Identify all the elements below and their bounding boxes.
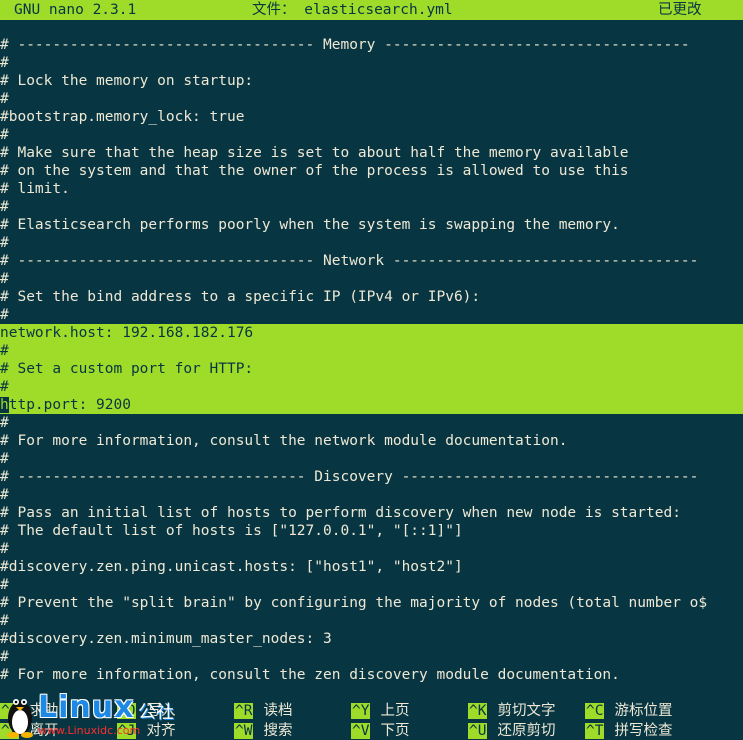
shortcut-label: 游标位置: [614, 703, 673, 719]
nano-title-bar: GNU nano 2.3.1 文件： elasticsearch.yml 已更改: [0, 0, 743, 20]
shortcut-key: ^C: [585, 703, 605, 719]
text-editing-area[interactable]: # ---------------------------------- Mem…: [0, 36, 743, 684]
editor-line[interactable]: #: [0, 126, 743, 144]
editor-line[interactable]: # limit.: [0, 180, 743, 198]
shortcut-key: ^V: [351, 723, 371, 739]
shortcut-ctrl-t[interactable]: ^T 拼写检查: [585, 722, 672, 740]
editor-line[interactable]: #: [0, 612, 743, 630]
editor-line[interactable]: # Make sure that the heap size is set to…: [0, 144, 743, 162]
editor-line[interactable]: # --------------------------------- Disc…: [0, 468, 743, 486]
shortcut-label: 拼写检查: [614, 723, 673, 739]
editor-line[interactable]: #: [0, 540, 743, 558]
editor-line[interactable]: # Set the bind address to a specific IP …: [0, 288, 743, 306]
editor-line[interactable]: #: [0, 234, 743, 252]
editor-line[interactable]: #discovery.zen.ping.unicast.hosts: ["hos…: [0, 558, 743, 576]
editor-line[interactable]: #: [0, 486, 743, 504]
shortcut-key: ^Y: [351, 703, 371, 719]
editor-line[interactable]: #bootstrap.memory_lock: true: [0, 108, 743, 126]
editor-line[interactable]: #: [0, 306, 743, 324]
shortcut-label: 剪切文字: [497, 703, 556, 719]
editor-line[interactable]: #: [0, 378, 743, 396]
editor-line[interactable]: # The default list of hosts is ["127.0.0…: [0, 522, 743, 540]
editor-line[interactable]: #: [0, 576, 743, 594]
shortcut-label: 读档: [263, 703, 293, 719]
shortcut-ctrl-y[interactable]: ^Y 上页: [351, 702, 409, 720]
editor-line[interactable]: #: [0, 198, 743, 216]
shortcut-ctrl-w[interactable]: ^W 搜索: [234, 722, 292, 740]
editor-line-text: ttp.port: 9200: [8, 397, 131, 413]
file-name-label: 文件： elasticsearch.yml: [252, 2, 453, 18]
editor-line[interactable]: #: [0, 450, 743, 468]
shortcut-ctrl-v[interactable]: ^V 下页: [351, 722, 409, 740]
editor-line[interactable]: # Elasticsearch performs poorly when the…: [0, 216, 743, 234]
editor-line[interactable]: # For more information, consult the zen …: [0, 666, 743, 684]
shortcut-key: ^R: [234, 703, 254, 719]
watermark-url: www.Linuxidc.com: [38, 724, 141, 737]
editor-line[interactable]: # on the system and that the owner of th…: [0, 162, 743, 180]
editor-line[interactable]: #: [0, 342, 743, 360]
watermark-logo-cn: 公社: [138, 702, 174, 723]
editor-line[interactable]: # Set a custom port for HTTP:: [0, 360, 743, 378]
shortcut-ctrl-c[interactable]: ^C 游标位置: [585, 702, 672, 720]
linux-gongshe-watermark: Linux 公社 www.Linuxidc.com: [4, 688, 184, 740]
editor-line[interactable]: # ---------------------------------- Net…: [0, 252, 743, 270]
shortcut-label: 还原剪切: [497, 723, 556, 739]
editor-line[interactable]: #discovery.zen.minimum_master_nodes: 3: [0, 630, 743, 648]
shortcut-ctrl-k[interactable]: ^K 剪切文字: [468, 702, 555, 720]
nano-terminal-window: GNU nano 2.3.1 文件： elasticsearch.yml 已更改…: [0, 0, 743, 740]
text-cursor: h: [0, 397, 9, 413]
editor-line[interactable]: # ---------------------------------- Mem…: [0, 36, 743, 54]
shortcut-key: ^K: [468, 703, 488, 719]
editor-line[interactable]: #: [0, 414, 743, 432]
tux-penguin-icon: [7, 699, 33, 738]
shortcut-key: ^W: [234, 723, 254, 739]
editor-line[interactable]: #: [0, 648, 743, 666]
shortcut-ctrl-u[interactable]: ^U 还原剪切: [468, 722, 555, 740]
editor-version-label: GNU nano 2.3.1: [14, 2, 137, 18]
watermark-logo-text: Linux: [38, 690, 135, 725]
editor-line[interactable]: #: [0, 54, 743, 72]
shortcut-label: 下页: [380, 723, 410, 739]
modified-status-label: 已更改: [658, 2, 702, 18]
shortcut-label: 上页: [380, 703, 410, 719]
shortcut-label: 搜索: [263, 723, 293, 739]
editor-line[interactable]: http.port: 9200: [0, 396, 743, 414]
editor-line[interactable]: # Pass an initial list of hosts to perfo…: [0, 504, 743, 522]
editor-line[interactable]: #: [0, 90, 743, 108]
shortcut-key: ^T: [585, 723, 605, 739]
shortcut-ctrl-r[interactable]: ^R 读档: [234, 702, 292, 720]
editor-line[interactable]: #: [0, 270, 743, 288]
editor-line[interactable]: network.host: 192.168.182.176: [0, 324, 743, 342]
editor-line[interactable]: # For more information, consult the netw…: [0, 432, 743, 450]
shortcut-key: ^U: [468, 723, 488, 739]
editor-line[interactable]: # Prevent the "split brain" by configuri…: [0, 594, 743, 612]
editor-line[interactable]: # Lock the memory on startup:: [0, 72, 743, 90]
